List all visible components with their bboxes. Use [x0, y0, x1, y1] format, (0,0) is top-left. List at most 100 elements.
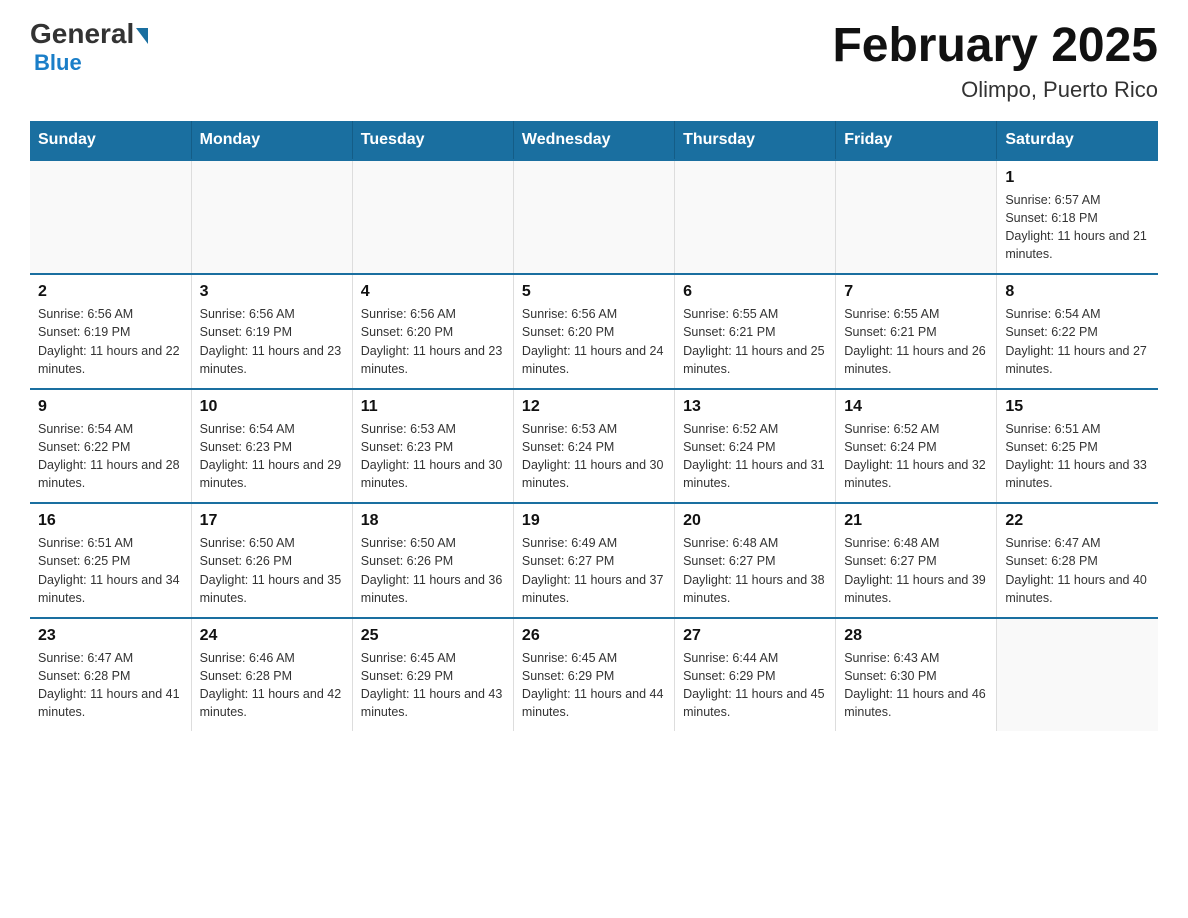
calendar-cell: 18Sunrise: 6:50 AMSunset: 6:26 PMDayligh… [352, 503, 513, 618]
day-detail: Sunrise: 6:43 AMSunset: 6:30 PMDaylight:… [844, 649, 988, 722]
day-detail: Sunrise: 6:55 AMSunset: 6:21 PMDaylight:… [844, 305, 988, 378]
calendar-cell: 17 Sunrise: 6:50 AMSunset: 6:26 PMDayligh… [191, 503, 352, 618]
day-number: 12 [522, 398, 666, 416]
calendar-cell: 4 Sunrise: 6:56 AMSunset: 6:20 PMDaylight… [352, 274, 513, 389]
day-header-tuesday: Tuesday [352, 121, 513, 160]
calendar-cell: 2 Sunrise: 6:56 AMSunset: 6:19 PMDaylight… [30, 274, 191, 389]
day-detail: Sunrise: 6:56 AMSunset: 6:20 PMDaylight:… [522, 305, 666, 378]
day-detail: Sunrise: 6:51 AMSunset: 6:25 PMDaylight:… [38, 534, 183, 607]
day-detail: Sunrise: 6:50 AMSunset: 6:26 PMDaylight:… [200, 534, 344, 607]
day-number: 2 [38, 283, 183, 301]
day-number: 17 [200, 512, 344, 530]
logo: General Blue [30, 20, 148, 76]
calendar-cell [836, 160, 997, 275]
logo-arrow-icon [136, 28, 148, 44]
day-number: 19 [522, 512, 666, 530]
day-header-thursday: Thursday [675, 121, 836, 160]
day-detail: Sunrise: 6:56 AMSunset: 6:19 PMDaylight:… [200, 305, 344, 378]
calendar-week-3: 9 Sunrise: 6:54 AMSunset: 6:22 PMDaylight… [30, 389, 1158, 504]
day-number: 27 [683, 627, 827, 645]
day-detail: Sunrise: 6:53 AMSunset: 6:23 PMDaylight:… [361, 420, 505, 493]
day-number: 14 [844, 398, 988, 416]
day-header-saturday: Saturday [997, 121, 1158, 160]
day-detail: Sunrise: 6:51 AMSunset: 6:25 PMDaylight:… [1005, 420, 1150, 493]
day-detail: Sunrise: 6:54 AMSunset: 6:22 PMDaylight:… [1005, 305, 1150, 378]
page-header: General Blue February 2025 Olimpo, Puert… [30, 20, 1158, 103]
calendar-cell: 9 Sunrise: 6:54 AMSunset: 6:22 PMDaylight… [30, 389, 191, 504]
calendar-cell: 6 Sunrise: 6:55 AMSunset: 6:21 PMDaylight… [675, 274, 836, 389]
day-number: 25 [361, 627, 505, 645]
calendar-cell: 15 Sunrise: 6:51 AMSunset: 6:25 PMDayligh… [997, 389, 1158, 504]
day-detail: Sunrise: 6:45 AMSunset: 6:29 PMDaylight:… [522, 649, 666, 722]
day-detail: Sunrise: 6:54 AMSunset: 6:22 PMDaylight:… [38, 420, 183, 493]
calendar-cell [191, 160, 352, 275]
calendar-cell: 24 Sunrise: 6:46 AMSunset: 6:28 PMDayligh… [191, 618, 352, 732]
day-number: 10 [200, 398, 344, 416]
day-detail: Sunrise: 6:49 AMSunset: 6:27 PMDaylight:… [522, 534, 666, 607]
day-detail: Sunrise: 6:50 AMSunset: 6:26 PMDaylight:… [361, 534, 505, 607]
title-block: February 2025 Olimpo, Puerto Rico [832, 20, 1158, 103]
day-detail: Sunrise: 6:47 AMSunset: 6:28 PMDaylight:… [38, 649, 183, 722]
day-detail: Sunrise: 6:48 AMSunset: 6:27 PMDaylight:… [683, 534, 827, 607]
day-number: 13 [683, 398, 827, 416]
calendar-cell: 8 Sunrise: 6:54 AMSunset: 6:22 PMDaylight… [997, 274, 1158, 389]
calendar-cell: 14 Sunrise: 6:52 AMSunset: 6:24 PMDayligh… [836, 389, 997, 504]
day-detail: Sunrise: 6:52 AMSunset: 6:24 PMDaylight:… [683, 420, 827, 493]
day-detail: Sunrise: 6:52 AMSunset: 6:24 PMDaylight:… [844, 420, 988, 493]
calendar-title: February 2025 [832, 20, 1158, 73]
day-header-monday: Monday [191, 121, 352, 160]
day-detail: Sunrise: 6:44 AMSunset: 6:29 PMDaylight:… [683, 649, 827, 722]
day-number: 9 [38, 398, 183, 416]
day-number: 8 [1005, 283, 1150, 301]
calendar-week-2: 2 Sunrise: 6:56 AMSunset: 6:19 PMDaylight… [30, 274, 1158, 389]
day-number: 7 [844, 283, 988, 301]
calendar-table: SundayMondayTuesdayWednesdayThursdayFrid… [30, 121, 1158, 732]
day-number: 11 [361, 398, 505, 416]
day-number: 1 [1005, 169, 1150, 187]
day-number: 20 [683, 512, 827, 530]
calendar-cell: 20 Sunrise: 6:48 AMSunset: 6:27 PMDayligh… [675, 503, 836, 618]
day-header-friday: Friday [836, 121, 997, 160]
calendar-cell: 27 Sunrise: 6:44 AMSunset: 6:29 PMDayligh… [675, 618, 836, 732]
day-detail: Sunrise: 6:56 AMSunset: 6:20 PMDaylight:… [361, 305, 505, 378]
calendar-cell [675, 160, 836, 275]
calendar-cell: 10 Sunrise: 6:54 AMSunset: 6:23 PMDayligh… [191, 389, 352, 504]
day-number: 24 [200, 627, 344, 645]
calendar-cell: 25 Sunrise: 6:45 AMSunset: 6:29 PMDayligh… [352, 618, 513, 732]
calendar-week-5: 23 Sunrise: 6:47 AMSunset: 6:28 PMDayligh… [30, 618, 1158, 732]
day-number: 26 [522, 627, 666, 645]
day-number: 5 [522, 283, 666, 301]
day-number: 16 [38, 512, 183, 530]
calendar-cell: 22 Sunrise: 6:47 AMSunset: 6:28 PMDayligh… [997, 503, 1158, 618]
day-number: 23 [38, 627, 183, 645]
logo-text: General [30, 20, 148, 48]
day-detail: Sunrise: 6:47 AMSunset: 6:28 PMDaylight:… [1005, 534, 1150, 607]
day-detail: Sunrise: 6:45 AMSunset: 6:29 PMDaylight:… [361, 649, 505, 722]
calendar-cell: 5 Sunrise: 6:56 AMSunset: 6:20 PMDaylight… [513, 274, 674, 389]
day-detail: Sunrise: 6:55 AMSunset: 6:21 PMDaylight:… [683, 305, 827, 378]
day-number: 15 [1005, 398, 1150, 416]
calendar-subtitle: Olimpo, Puerto Rico [832, 77, 1158, 103]
calendar-cell: 19 Sunrise: 6:49 AMSunset: 6:27 PMDayligh… [513, 503, 674, 618]
calendar-cell: 13 Sunrise: 6:52 AMSunset: 6:24 PMDayligh… [675, 389, 836, 504]
calendar-cell: 28 Sunrise: 6:43 AMSunset: 6:30 PMDayligh… [836, 618, 997, 732]
calendar-cell [997, 618, 1158, 732]
logo-blue: Blue [34, 50, 82, 76]
day-number: 22 [1005, 512, 1150, 530]
calendar-cell [513, 160, 674, 275]
calendar-cell: 16 Sunrise: 6:51 AMSunset: 6:25 PMDayligh… [30, 503, 191, 618]
calendar-cell: 7 Sunrise: 6:55 AMSunset: 6:21 PMDaylight… [836, 274, 997, 389]
day-number: 4 [361, 283, 505, 301]
day-number: 6 [683, 283, 827, 301]
day-header-sunday: Sunday [30, 121, 191, 160]
day-number: 3 [200, 283, 344, 301]
day-detail: Sunrise: 6:54 AMSunset: 6:23 PMDaylight:… [200, 420, 344, 493]
calendar-cell [30, 160, 191, 275]
calendar-cell: 21Sunrise: 6:48 AMSunset: 6:27 PMDayligh… [836, 503, 997, 618]
calendar-cell: 1 Sunrise: 6:57 AMSunset: 6:18 PMDaylight… [997, 160, 1158, 275]
day-detail: Sunrise: 6:56 AMSunset: 6:19 PMDaylight:… [38, 305, 183, 378]
day-detail: Sunrise: 6:57 AMSunset: 6:18 PMDaylight:… [1005, 191, 1150, 264]
day-detail: Sunrise: 6:46 AMSunset: 6:28 PMDaylight:… [200, 649, 344, 722]
day-number: 28 [844, 627, 988, 645]
day-number: 21 [844, 512, 988, 530]
